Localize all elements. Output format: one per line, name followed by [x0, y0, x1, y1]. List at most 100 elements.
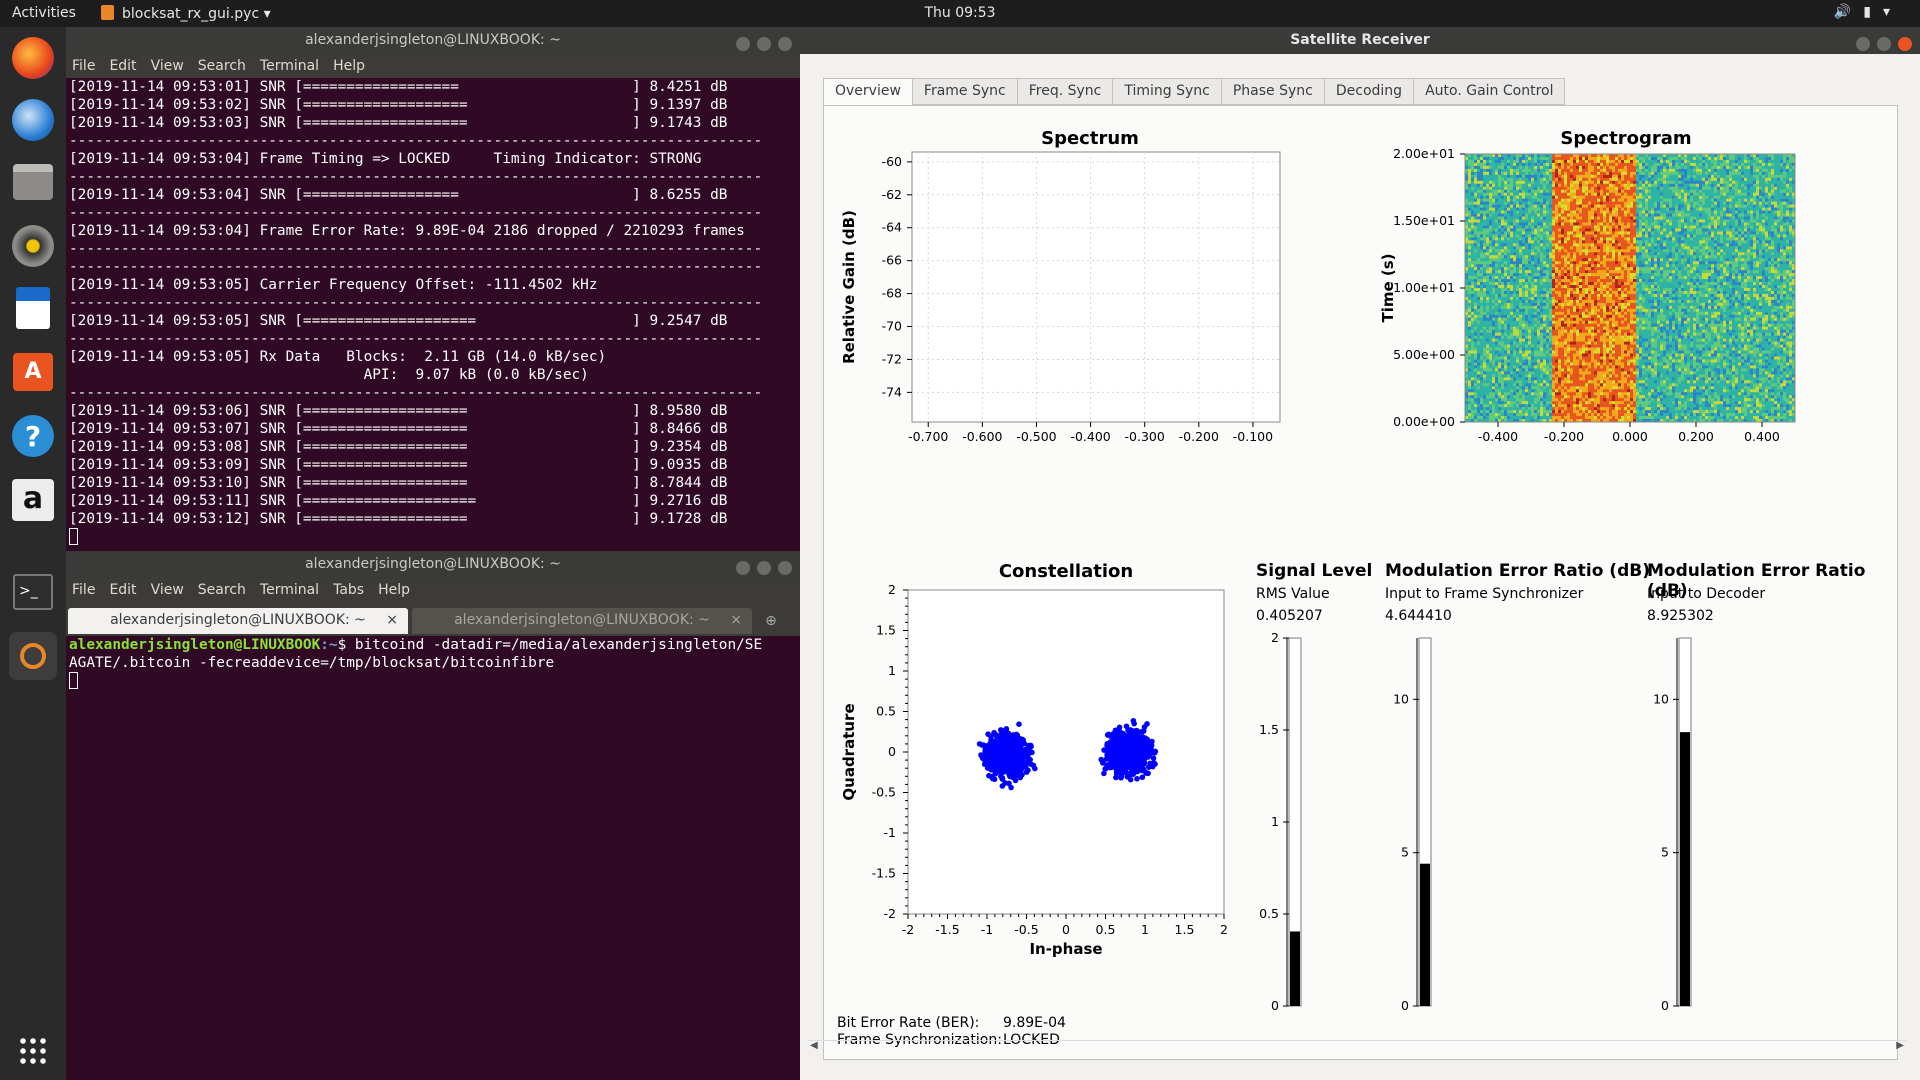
- tab-overview[interactable]: Overview: [823, 78, 913, 107]
- heatmap-cell: [1546, 156, 1550, 161]
- tab-freq-sync[interactable]: Freq. Sync: [1016, 78, 1114, 105]
- tab-close-button[interactable]: ×: [386, 608, 398, 632]
- heatmap-cell: [1513, 186, 1517, 191]
- heatmap-cell: [1591, 338, 1595, 342]
- tab-auto-gain-control[interactable]: Auto. Gain Control: [1413, 78, 1566, 105]
- heatmap-cell: [1582, 282, 1586, 286]
- heatmap-cell: [1621, 168, 1625, 173]
- terminal-tab-1[interactable]: alexanderjsingleton@LINUXBOOK: ~ ×: [68, 608, 408, 634]
- minimize-button[interactable]: [736, 561, 750, 575]
- terminal-icon[interactable]: >_: [9, 568, 57, 616]
- show-apps-icon[interactable]: [9, 1027, 57, 1075]
- heatmap-cell: [1558, 377, 1562, 381]
- thunderbird-icon[interactable]: [9, 96, 57, 144]
- rhythmbox-icon[interactable]: [9, 222, 57, 270]
- heatmap-cell: [1576, 353, 1580, 357]
- maximize-button[interactable]: [1877, 37, 1891, 51]
- firefox-icon[interactable]: [9, 34, 57, 82]
- tab-frame-sync[interactable]: Frame Sync: [911, 78, 1018, 105]
- heatmap-cell: [1507, 255, 1511, 259]
- menu-tabs[interactable]: Tabs: [333, 582, 364, 598]
- maximize-button[interactable]: [757, 37, 771, 51]
- heatmap-cell: [1582, 380, 1586, 384]
- menu-help[interactable]: Help: [333, 58, 365, 74]
- menu-edit[interactable]: Edit: [109, 58, 136, 74]
- tab-phase-sync[interactable]: Phase Sync: [1220, 78, 1325, 105]
- menu-terminal[interactable]: Terminal: [260, 582, 319, 598]
- terminal-window-bitcoind[interactable]: alexanderjsingleton@LINUXBOOK: ~ File Edi…: [66, 551, 800, 1080]
- amazon-icon[interactable]: a: [9, 476, 57, 524]
- app-menu[interactable]: blocksat_rx_gui.pyc ▾: [101, 5, 271, 22]
- heatmap-cell: [1621, 174, 1625, 179]
- heatmap-cell: [1615, 270, 1619, 274]
- system-tray[interactable]: 🔊▮▾: [1834, 4, 1902, 20]
- clock[interactable]: Thu 09:53: [0, 5, 1920, 21]
- heatmap-cell: [1510, 359, 1514, 363]
- heatmap-cell: [1519, 240, 1523, 244]
- menu-terminal[interactable]: Terminal: [260, 58, 319, 74]
- writer-icon[interactable]: [9, 284, 57, 332]
- heatmap-cell: [1594, 168, 1598, 173]
- heatmap-cell: [1531, 198, 1535, 202]
- heatmap-cell: [1564, 326, 1568, 330]
- heatmap-cell: [1582, 159, 1586, 164]
- heatmap-cell: [1618, 293, 1622, 298]
- heatmap-cell: [1603, 255, 1607, 259]
- heatmap-cell: [1612, 246, 1616, 250]
- heatmap-cell: [1564, 353, 1568, 357]
- new-tab-icon[interactable]: ⊕: [756, 608, 786, 636]
- heatmap-cell: [1567, 174, 1571, 179]
- heatmap-cell: [1543, 392, 1547, 396]
- heatmap-cell: [1606, 368, 1610, 372]
- terminal-line: ----------------------------------------…: [69, 259, 763, 275]
- heatmap-cell: [1534, 344, 1538, 348]
- satellite-receiver-window[interactable]: Satellite Receiver Overview Frame Sync F…: [800, 27, 1920, 1080]
- heatmap-cell: [1591, 317, 1595, 322]
- terminal-output[interactable]: [2019-11-14 09:53:01] SNR [=============…: [66, 78, 800, 547]
- close-button[interactable]: [778, 561, 792, 575]
- terminal-output[interactable]: alexanderjsingleton@LINUXBOOK:~$ bitcoin…: [66, 636, 800, 691]
- terminal-titlebar[interactable]: alexanderjsingleton@LINUXBOOK: ~: [66, 551, 800, 578]
- heatmap-cell: [1534, 285, 1538, 289]
- software-icon[interactable]: A: [9, 348, 57, 396]
- tab-close-button[interactable]: ×: [730, 608, 742, 632]
- minimize-button[interactable]: [1856, 37, 1870, 51]
- heatmap-cell: [1573, 311, 1577, 316]
- heatmap-cell: [1609, 177, 1613, 182]
- help-icon[interactable]: ?: [9, 412, 57, 460]
- heatmap-cell: [1474, 207, 1478, 211]
- menu-edit[interactable]: Edit: [109, 582, 136, 598]
- menu-view[interactable]: View: [151, 582, 184, 598]
- heatmap-cell: [1504, 392, 1508, 396]
- tab-timing-sync[interactable]: Timing Sync: [1112, 78, 1222, 105]
- heatmap-cell: [1606, 305, 1610, 310]
- window-titlebar[interactable]: Satellite Receiver: [800, 27, 1920, 54]
- menu-file[interactable]: File: [72, 582, 95, 598]
- tab-label: alexanderjsingleton@LINUXBOOK: ~: [110, 612, 366, 628]
- blocksat-icon[interactable]: [9, 632, 57, 680]
- files-icon[interactable]: [9, 158, 57, 206]
- heatmap-cell: [1477, 216, 1481, 220]
- heatmap-cell: [1510, 171, 1514, 176]
- terminal-tab-2[interactable]: alexanderjsingleton@LINUXBOOK: ~ ×: [412, 608, 752, 634]
- menu-file[interactable]: File: [72, 58, 95, 74]
- spectrogram-plot[interactable]: -0.400 -0.200 0.000 0.200 0.4002.00e+011.50e…: [1359, 146, 1879, 446]
- tab-decoding[interactable]: Decoding: [1323, 78, 1415, 105]
- maximize-button[interactable]: [757, 561, 771, 575]
- close-button[interactable]: [1898, 37, 1912, 51]
- menu-help[interactable]: Help: [378, 582, 410, 598]
- menu-view[interactable]: View: [151, 58, 184, 74]
- menu-search[interactable]: Search: [198, 58, 246, 74]
- heatmap-cell: [1600, 288, 1604, 292]
- activities-button[interactable]: Activities: [12, 5, 76, 21]
- heatmap-cell: [1519, 267, 1523, 271]
- heatmap-cell: [1519, 317, 1523, 322]
- spectrum-plot[interactable]: -0.700 -0.600 -0.500 -0.400 -0.300 -0.200 -0.1…: [824, 146, 1294, 446]
- terminal-titlebar[interactable]: alexanderjsingleton@LINUXBOOK: ~: [66, 27, 800, 54]
- heatmap-cell: [1564, 174, 1568, 179]
- heatmap-cell: [1573, 192, 1577, 196]
- menu-search[interactable]: Search: [198, 582, 246, 598]
- terminal-window-log[interactable]: alexanderjsingleton@LINUXBOOK: ~ File Edi…: [66, 27, 800, 551]
- close-button[interactable]: [778, 37, 792, 51]
- minimize-button[interactable]: [736, 37, 750, 51]
